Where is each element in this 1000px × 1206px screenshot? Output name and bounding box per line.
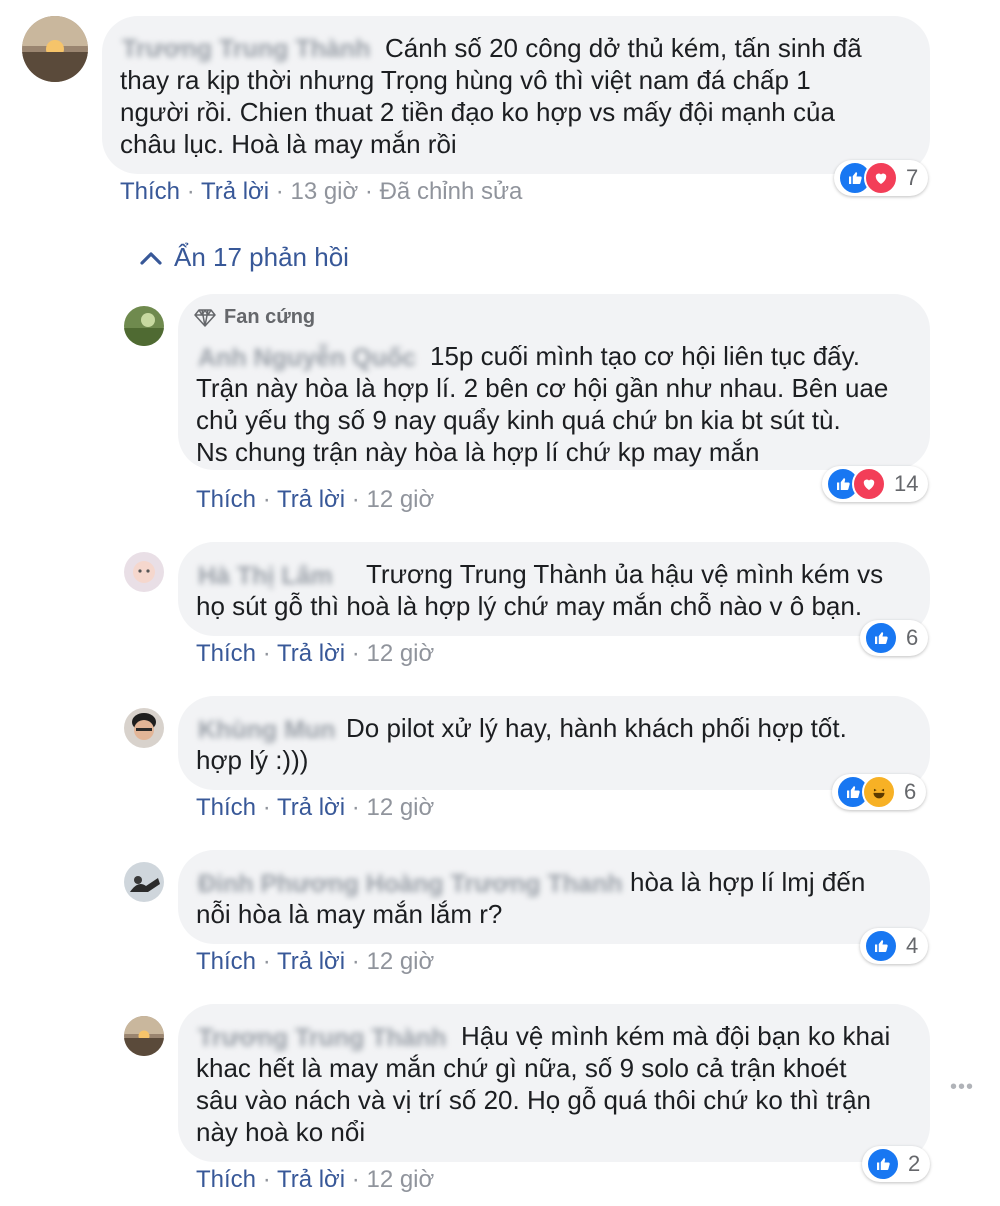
silhouette-avatar-image xyxy=(124,862,164,902)
reply-5-bubble: Trương Trung Thành Hậu vệ mình kém mà độ… xyxy=(178,1004,930,1162)
reply-2-reply-link[interactable]: Trả lời xyxy=(277,640,345,667)
reply-5-reactions[interactable]: 2 xyxy=(862,1146,931,1182)
main-comment-time[interactable]: 13 giờ xyxy=(290,178,358,205)
reply-1-meta: Thích · Trả lời · 12 giờ xyxy=(196,486,435,513)
main-comment-bubble: Trương Trung Thành Cánh số 20 công dở th… xyxy=(102,16,930,174)
like-icon xyxy=(864,621,898,655)
avatar-reply-3[interactable] xyxy=(124,708,164,748)
reply-3-reply-link[interactable]: Trả lời xyxy=(277,794,345,821)
reply-4-text: hòa là hợp lí lmj đến nỗi hòa là may mắn… xyxy=(196,867,866,929)
haha-icon xyxy=(862,775,896,809)
reply-2-meta: Thích · Trả lời · 12 giờ xyxy=(196,640,435,667)
reply-3-bubble: Khùng Mun Do pilot xử lý hay, hành khách… xyxy=(178,696,930,790)
main-reactions[interactable]: 7 xyxy=(834,160,929,196)
like-icon xyxy=(864,929,898,963)
avatar-reply-4[interactable] xyxy=(124,862,164,902)
reaction-count: 2 xyxy=(908,1151,921,1176)
reaction-count: 6 xyxy=(906,625,919,650)
field-avatar-image xyxy=(124,306,164,346)
baby-avatar-image xyxy=(124,552,164,592)
reply-5-like-link[interactable]: Thích xyxy=(196,1166,256,1193)
reaction-count: 4 xyxy=(906,933,919,958)
avatar-main-author[interactable] xyxy=(22,16,88,82)
reaction-count: 14 xyxy=(894,471,919,496)
reply-2-time[interactable]: 12 giờ xyxy=(366,640,434,667)
reply-4-meta: Thích · Trả lời · 12 giờ xyxy=(196,948,435,975)
person-avatar-image xyxy=(124,708,164,748)
reply-2-text: Trương Trung Thành ủa hậu vệ mình kém vs… xyxy=(196,559,884,621)
main-like-link[interactable]: Thích xyxy=(120,178,180,205)
like-icon xyxy=(866,1147,900,1181)
reply-2-bubble: Hà Thị Lâm Trương Trung Thành ủa hậu vệ … xyxy=(178,542,930,636)
avatar-reply-2[interactable] xyxy=(124,552,164,592)
reply-2-reactions[interactable]: 6 xyxy=(860,620,929,656)
love-icon xyxy=(852,467,886,501)
reply-4-time[interactable]: 12 giờ xyxy=(366,948,434,975)
more-options-icon[interactable]: ••• xyxy=(950,1076,974,1099)
reply-3-like-link[interactable]: Thích xyxy=(196,794,256,821)
reply-5-meta: Thích · Trả lời · 12 giờ xyxy=(196,1166,435,1193)
reply-1-bubble: Fan cứng Anh Nguyễn Quốc 15p cuối mình t… xyxy=(178,294,930,470)
main-comment-text: Cánh số 20 công dở thủ kém, tấn sinh đã … xyxy=(120,33,862,159)
fan-badge: Fan cứng xyxy=(194,306,315,329)
hide-replies-label: Ẩn 17 phản hồi xyxy=(174,242,349,272)
love-icon xyxy=(864,161,898,195)
reply-4-like-link[interactable]: Thích xyxy=(196,948,256,975)
diamond-icon xyxy=(194,308,216,327)
reply-1-time[interactable]: 12 giờ xyxy=(366,486,434,513)
reply-2-like-link[interactable]: Thích xyxy=(196,640,256,667)
reply-1-reply-link[interactable]: Trả lời xyxy=(277,486,345,513)
main-reply-link[interactable]: Trả lời xyxy=(201,178,269,205)
reply-4-reactions[interactable]: 4 xyxy=(860,928,929,964)
sunset-avatar-image xyxy=(124,1016,164,1056)
fan-badge-label: Fan cứng xyxy=(224,306,316,328)
reply-5-time[interactable]: 12 giờ xyxy=(366,1166,434,1193)
reaction-count: 6 xyxy=(904,779,917,804)
reply-3-meta: Thích · Trả lời · 12 giờ xyxy=(196,794,435,821)
reply-1-text: 15p cuối mình tạo cơ hội liên tục đấy. T… xyxy=(196,341,889,467)
reply-5-reply-link[interactable]: Trả lời xyxy=(277,1166,345,1193)
reply-4-reply-link[interactable]: Trả lời xyxy=(277,948,345,975)
avatar-reply-1[interactable] xyxy=(124,306,164,346)
main-comment-edited[interactable]: Đã chỉnh sửa xyxy=(380,178,523,205)
main-comment-meta: Thích · Trả lời · 13 giờ · Đã chỉnh sửa xyxy=(120,178,523,205)
reply-3-text: Do pilot xử lý hay, hành khách phối hợp … xyxy=(196,713,847,775)
reply-1-like-link[interactable]: Thích xyxy=(196,486,256,513)
reply-3-reactions[interactable]: 6 xyxy=(832,774,927,810)
reply-5-text: Hậu vệ mình kém mà đội bạn ko khai khac … xyxy=(196,1021,891,1147)
chevron-up-icon xyxy=(140,251,162,265)
hide-replies-toggle[interactable]: Ẩn 17 phản hồi xyxy=(140,242,349,273)
reply-3-time[interactable]: 12 giờ xyxy=(366,794,434,821)
sunset-avatar-image xyxy=(22,16,88,82)
reply-4-bubble: Đinh Phương Hoàng Trương Thanh hòa là hợ… xyxy=(178,850,930,944)
avatar-reply-5[interactable] xyxy=(124,1016,164,1056)
reply-1-reactions[interactable]: 14 xyxy=(822,466,929,502)
reaction-count: 7 xyxy=(906,165,919,190)
